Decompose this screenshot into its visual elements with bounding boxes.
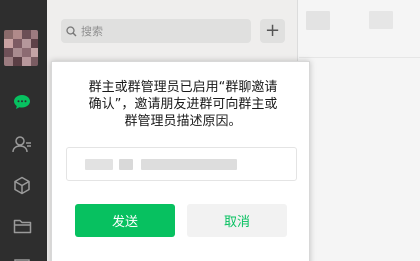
dialog-message-line: 群管理员描述原因。 <box>124 114 242 129</box>
files-folder-icon[interactable] <box>12 216 32 236</box>
favorites-cube-icon[interactable] <box>12 175 32 195</box>
avatar[interactable] <box>4 30 38 66</box>
dialog-message-line: 确认”，邀请朋友进群可向群主或 <box>88 97 278 112</box>
add-chat-button[interactable]: + <box>260 19 285 43</box>
send-button[interactable]: 发送 <box>75 204 175 237</box>
more-sidebar-icon[interactable] <box>12 252 32 261</box>
dialog-message-line: 群主或群管理员已启用“群聊邀请 <box>88 80 278 95</box>
chat-icon[interactable] <box>12 92 32 112</box>
search-box[interactable] <box>61 19 251 43</box>
search-input[interactable] <box>81 24 241 38</box>
blurred-reason-text <box>119 159 133 170</box>
cancel-button[interactable]: 取消 <box>187 204 287 237</box>
chat-window-panel <box>299 0 420 261</box>
blurred-reason-text <box>85 159 113 170</box>
sidebar <box>0 0 47 261</box>
invite-reason-dialog: 群主或群管理员已启用“群聊邀请 确认”，邀请朋友进群可向群主或 群管理员描述原因… <box>51 61 310 261</box>
blurred-reason-text <box>141 159 237 170</box>
blurred-chat-title <box>306 11 330 30</box>
dialog-message: 群主或群管理员已启用“群聊邀请 确认”，邀请朋友进群可向群主或 群管理员描述原因… <box>74 79 292 130</box>
contacts-icon[interactable] <box>12 134 32 154</box>
blurred-chat-title <box>369 11 393 29</box>
search-icon <box>66 22 77 41</box>
reason-input-field[interactable] <box>66 147 297 181</box>
chat-header <box>299 0 420 58</box>
